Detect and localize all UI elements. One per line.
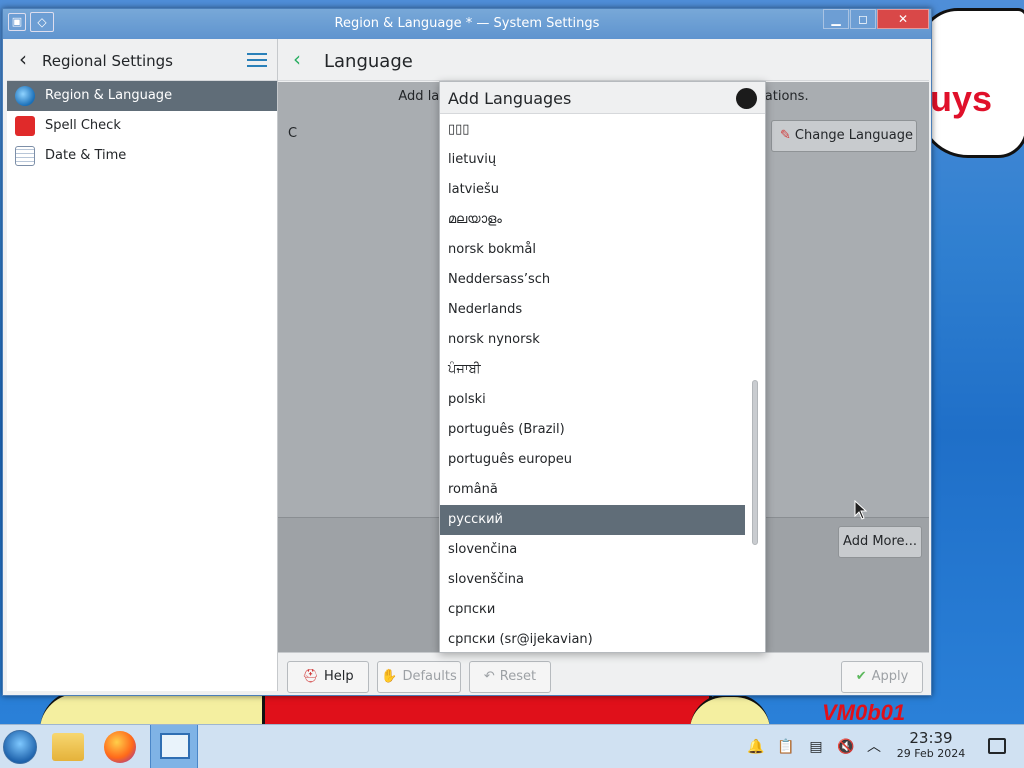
current-language: C	[288, 126, 298, 141]
language-list-item[interactable]: മലയാളം	[440, 205, 746, 235]
sidebar-item-label: Spell Check	[45, 118, 121, 133]
scrollbar-thumb[interactable]	[752, 380, 758, 545]
apply-button[interactable]: ✔ Apply	[841, 661, 923, 693]
language-list-item[interactable]: ਪੰਜਾਬੀ	[440, 355, 746, 385]
sidebar-item-spell-check[interactable]: Spell Check	[7, 111, 277, 141]
page-title: Language	[324, 51, 413, 72]
show-desktop-icon[interactable]	[988, 738, 1006, 754]
clock[interactable]: 23:39 29 Feb 2024	[886, 729, 976, 760]
wallpaper-text-bottom: VM0b01	[822, 700, 906, 724]
language-list-item[interactable]: lietuvių	[440, 145, 746, 175]
notifications-icon[interactable]: 🔔	[744, 725, 768, 768]
window-controls: ▁ ◻ ✕	[822, 9, 929, 31]
language-list-item[interactable]: српски (sr@ijekavian)	[440, 625, 746, 652]
language-list-item[interactable]: Nederlands	[440, 295, 746, 325]
defaults-icon: ✋	[381, 669, 398, 684]
language-list-item[interactable]: norsk nynorsk	[440, 325, 746, 355]
volume-muted-icon[interactable]: 🔇	[834, 725, 858, 768]
help-icon: ⛑	[302, 669, 319, 684]
language-list-item[interactable]: română	[440, 475, 746, 505]
calendar-icon	[15, 146, 35, 166]
dialog-close-icon[interactable]	[736, 88, 757, 109]
sidebar-item-region-language[interactable]: Region & Language	[7, 81, 277, 111]
clock-date: 29 Feb 2024	[896, 747, 966, 760]
language-list-item[interactable]: português (Brazil)	[440, 415, 746, 445]
clock-time: 23:39	[909, 729, 953, 747]
spell-check-icon	[15, 116, 35, 136]
add-languages-dialog: Add Languages ▯▯▯ lietuvių latviešu മലയാളം n…	[439, 81, 766, 653]
language-list-item[interactable]: norsk bokmål	[440, 235, 746, 265]
edit-icon: ✎	[780, 128, 791, 143]
language-list-item[interactable]: português europeu	[440, 445, 746, 475]
sidebar-item-label: Region & Language	[45, 88, 173, 103]
change-language-label: Change Language	[794, 128, 913, 143]
defaults-label: Defaults	[402, 669, 457, 684]
language-list-item[interactable]: русский	[440, 505, 746, 535]
sidebar-title: Regional Settings	[42, 52, 174, 70]
wallpaper-text-top: uys	[930, 78, 993, 119]
language-list-item[interactable]: polski	[440, 385, 746, 415]
close-button[interactable]: ✕	[877, 9, 929, 29]
bottom-button-bar: ⛑ Help ✋ Defaults ↶ Reset ✔ Apply	[278, 652, 929, 693]
reset-label: Reset	[499, 669, 537, 684]
language-list-item[interactable]: slovenščina	[440, 565, 746, 595]
device-notifier-icon[interactable]: ▤	[804, 725, 828, 768]
add-more-button[interactable]: Add More...	[838, 526, 922, 558]
language-list-item[interactable]: ▯▯▯	[440, 115, 746, 145]
back-arrow-icon[interactable]: ‹	[293, 49, 301, 69]
minimize-button[interactable]: ▁	[823, 9, 849, 29]
hamburger-menu-icon[interactable]	[247, 53, 267, 67]
globe-icon	[15, 86, 35, 106]
language-list: ▯▯▯ lietuvių latviešu മലയാളം norsk bokmål Ned…	[440, 115, 746, 652]
clipboard-icon[interactable]: 📋	[774, 725, 798, 768]
sidebar-header: ‹ Regional Settings	[7, 39, 277, 81]
window-title: Region & Language * — System Settings	[334, 16, 600, 31]
language-list-item[interactable]: latviešu	[440, 175, 746, 205]
defaults-button[interactable]: ✋ Defaults	[377, 661, 461, 693]
change-language-button[interactable]: ✎ Change Language	[771, 120, 917, 152]
firefox-icon[interactable]	[104, 731, 136, 763]
taskbar: 🔔 📋 ▤ 🔇 ︿ 23:39 29 Feb 2024	[0, 724, 1024, 768]
language-list-item[interactable]: Neddersass’sch	[440, 265, 746, 295]
language-list-item[interactable]: slovenčina	[440, 535, 746, 565]
chevron-up-icon[interactable]: ︿	[862, 725, 886, 768]
reset-icon: ↶	[483, 669, 495, 684]
main-header: ‹ Language	[278, 39, 929, 81]
language-list-scrollbar[interactable]	[745, 115, 765, 652]
back-arrow-icon[interactable]: ‹	[19, 49, 27, 69]
apply-label: Apply	[871, 669, 909, 684]
sidebar-item-date-time[interactable]: Date & Time	[7, 141, 277, 171]
language-list-item[interactable]: српски	[440, 595, 746, 625]
file-manager-icon[interactable]	[52, 733, 84, 761]
wallpaper-shape-red	[262, 692, 712, 724]
reset-button[interactable]: ↶ Reset	[469, 661, 551, 693]
start-menu-icon[interactable]	[3, 730, 37, 764]
check-icon: ✔	[855, 669, 867, 684]
sidebar-item-label: Date & Time	[45, 148, 127, 163]
dialog-title: Add Languages	[448, 89, 572, 108]
help-label: Help	[323, 669, 354, 684]
help-button[interactable]: ⛑ Help	[287, 661, 369, 693]
dialog-header: Add Languages	[440, 82, 765, 114]
maximize-button[interactable]: ◻	[850, 9, 876, 29]
window-titlebar[interactable]: ▣ ◇ Region & Language * — System Setting…	[3, 9, 931, 39]
system-settings-task-icon[interactable]	[150, 725, 198, 768]
sidebar: ‹ Regional Settings Region & Language Sp…	[7, 39, 278, 691]
